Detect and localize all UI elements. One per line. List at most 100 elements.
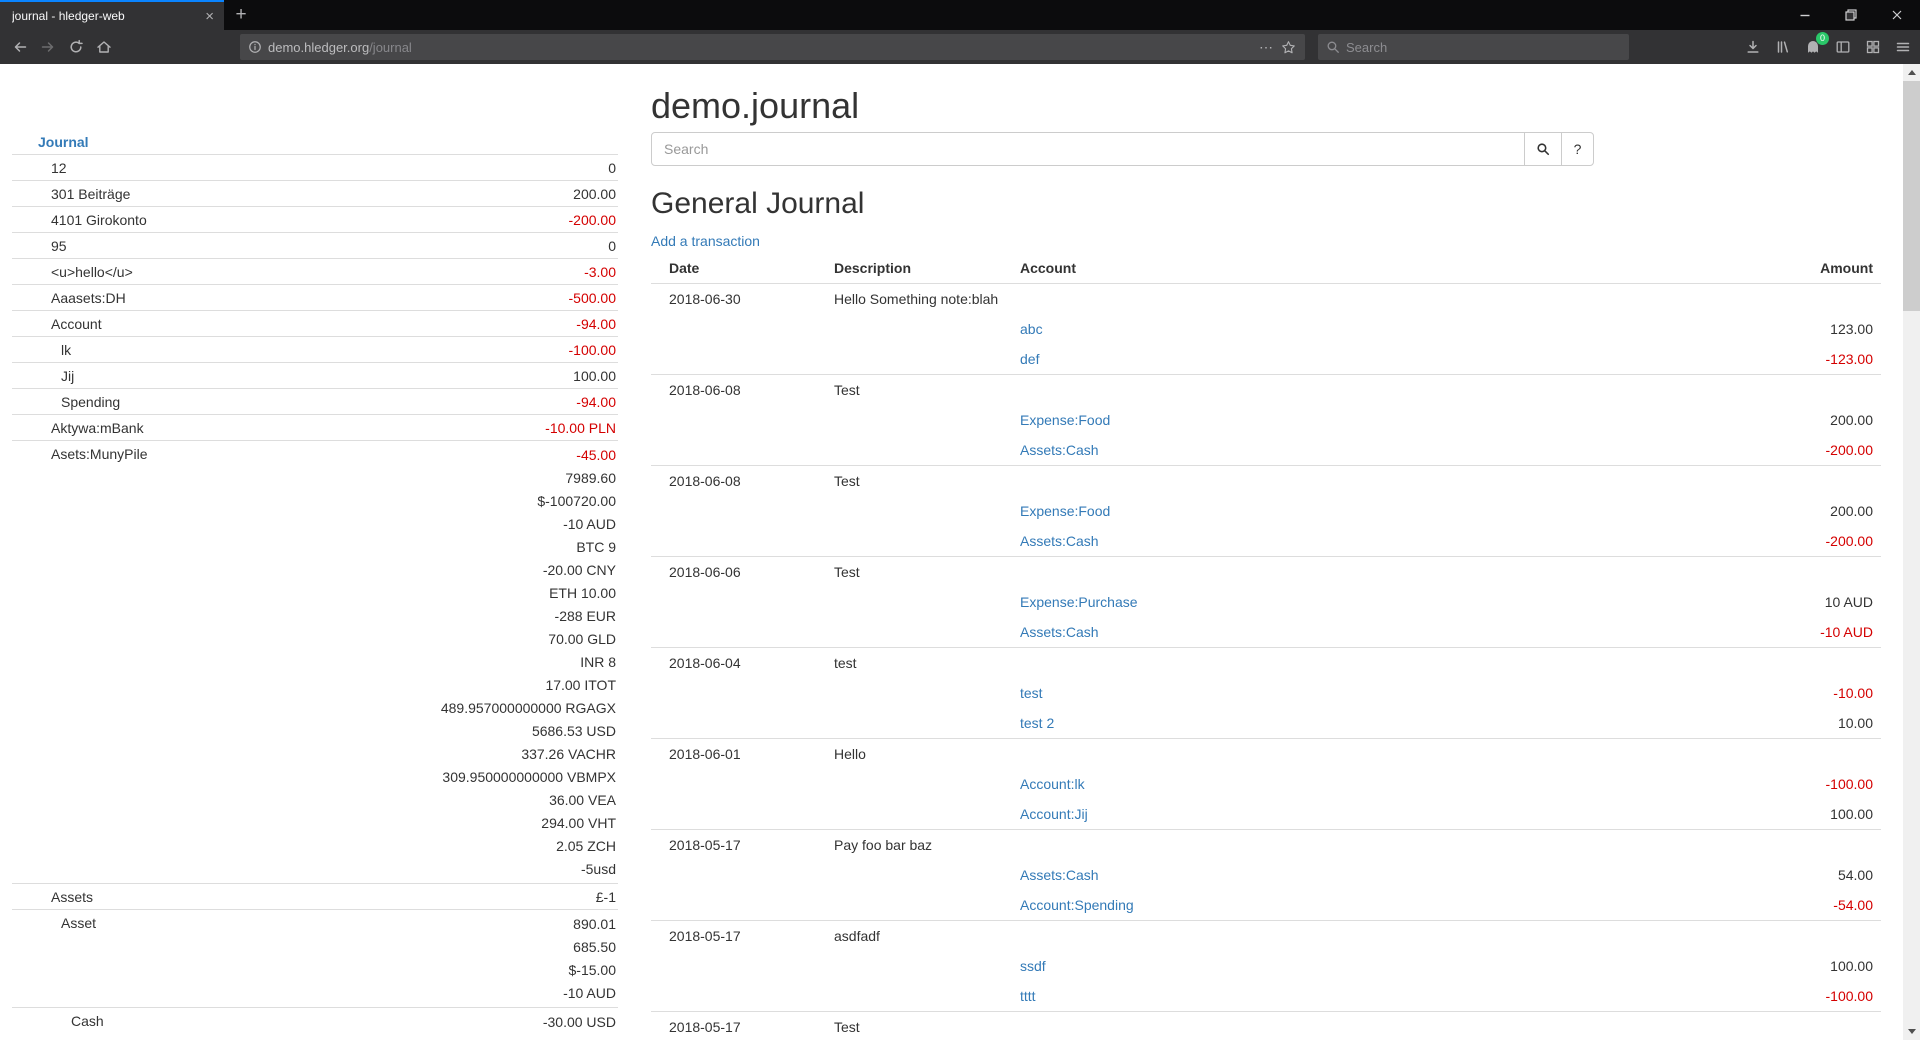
hamburger-icon: [1895, 39, 1911, 55]
sidebar-account-link[interactable]: Spending: [61, 392, 120, 412]
sidebar-account-link[interactable]: <u>hello</u>: [51, 262, 133, 282]
account-balance: -10.00 PLN: [277, 418, 616, 438]
browser-search-bar[interactable]: [1318, 34, 1629, 60]
posting-account-link[interactable]: tttt: [1020, 988, 1036, 1004]
forward-button[interactable]: [34, 33, 62, 61]
posting-row: Expense:Purchase10 AUD: [651, 587, 1881, 617]
posting-account-link[interactable]: ssdf: [1020, 958, 1046, 974]
sidebar-account-link[interactable]: Aktywa:mBank: [51, 418, 144, 438]
transaction-row[interactable]: 2018-06-30Hello Something note:blah: [651, 284, 1881, 315]
account-balance: -94.00: [277, 392, 616, 412]
menu-button[interactable]: [1889, 33, 1917, 61]
page-title: demo.journal: [651, 86, 1881, 126]
posting-account-link[interactable]: Expense:Food: [1020, 503, 1110, 519]
transaction-row[interactable]: 2018-05-17asdfadf: [651, 921, 1881, 952]
posting-account-link[interactable]: Assets:Cash: [1020, 533, 1099, 549]
sidebar-account-link[interactable]: Asets:MunyPile: [51, 444, 147, 464]
account-balance: -45.00: [277, 444, 616, 467]
downloads-button[interactable]: [1739, 33, 1767, 61]
posting-account-link[interactable]: Account:lk: [1020, 776, 1085, 792]
tab-close-icon[interactable]: ×: [205, 9, 214, 24]
sidebar-account-link[interactable]: Cash: [71, 1011, 104, 1031]
back-icon: [12, 39, 28, 55]
scroll-up-button[interactable]: [1903, 64, 1920, 81]
sidebar-account-link[interactable]: Asset: [61, 913, 96, 933]
sidebar-account-link[interactable]: 95: [51, 236, 67, 256]
extension-button[interactable]: 0: [1799, 33, 1827, 61]
url-bar[interactable]: demo.hledger.org/journal ⋯: [240, 34, 1305, 60]
transaction-row[interactable]: 2018-05-17Test: [651, 1012, 1881, 1040]
browser-tab[interactable]: journal - hledger-web ×: [0, 0, 224, 30]
posting-account-link[interactable]: abc: [1020, 321, 1043, 337]
sidebar-account-link[interactable]: 12: [51, 158, 67, 178]
posting-row: Expense:Food200.00: [651, 496, 1881, 526]
transaction-description: Test: [834, 1012, 1651, 1040]
transaction-date: 2018-06-06: [651, 557, 834, 588]
sidebar-row: Aaasets:DH-500.00: [12, 285, 618, 311]
account-balance: 200.00: [277, 184, 616, 204]
posting-account-link[interactable]: Assets:Cash: [1020, 624, 1099, 640]
url-domain: demo.hledger.org: [268, 40, 369, 55]
new-tab-button[interactable]: +: [224, 0, 258, 30]
close-button[interactable]: [1874, 0, 1920, 30]
sidebar-row: 950: [12, 233, 618, 259]
account-balance: 294.00 VHT: [277, 812, 616, 835]
posting-account-link[interactable]: def: [1020, 351, 1039, 367]
triangle-down-icon: [1908, 1029, 1916, 1034]
transaction-row[interactable]: 2018-06-01Hello: [651, 739, 1881, 770]
add-transaction-link[interactable]: Add a transaction: [651, 231, 760, 251]
sidebar-account-link[interactable]: Aaasets:DH: [51, 288, 126, 308]
transaction-row[interactable]: 2018-06-08Test: [651, 466, 1881, 497]
sidebar-toggle-button[interactable]: [1829, 33, 1857, 61]
transaction-row[interactable]: 2018-06-04test: [651, 648, 1881, 679]
transaction-row[interactable]: 2018-06-06Test: [651, 557, 1881, 588]
sidebar-title[interactable]: Journal: [12, 130, 618, 155]
transaction-row[interactable]: 2018-05-17Pay foo bar baz: [651, 830, 1881, 861]
posting-account-link[interactable]: Assets:Cash: [1020, 442, 1099, 458]
home-button[interactable]: [90, 33, 118, 61]
account-balance: 2.05 ZCH: [277, 835, 616, 858]
sidebar-icon: [1835, 39, 1851, 55]
transaction-description: Test: [834, 466, 1651, 497]
posting-amount: 123.00: [1651, 314, 1881, 344]
posting-account-link[interactable]: Account:Spending: [1020, 897, 1134, 913]
posting-account-link[interactable]: Expense:Food: [1020, 412, 1110, 428]
posting-account-link[interactable]: Assets:Cash: [1020, 867, 1099, 883]
page-scrollbar[interactable]: [1903, 64, 1920, 1040]
browser-search-input[interactable]: [1346, 40, 1623, 55]
extension-badge: 0: [1816, 32, 1829, 45]
restore-button[interactable]: [1828, 0, 1874, 30]
sidebar-account-link[interactable]: Assets: [51, 887, 93, 907]
page-actions-icon[interactable]: ⋯: [1255, 39, 1277, 56]
bookmark-star-icon[interactable]: [1277, 40, 1299, 55]
transaction-description: Hello: [834, 739, 1651, 770]
sidebar-account-link[interactable]: Account: [51, 314, 102, 334]
site-info-icon[interactable]: [248, 40, 262, 54]
posting-row: ssdf100.00: [651, 951, 1881, 981]
transaction-description: Test: [834, 557, 1651, 588]
back-button[interactable]: [6, 33, 34, 61]
posting-amount: 100.00: [1651, 799, 1881, 830]
scrollbar-thumb[interactable]: [1903, 81, 1920, 311]
transaction-row[interactable]: 2018-06-08Test: [651, 375, 1881, 406]
reload-button[interactable]: [62, 33, 90, 61]
activity-grid-button[interactable]: [1859, 33, 1887, 61]
sidebar-account-link[interactable]: Jij: [61, 366, 74, 386]
sidebar-account-link[interactable]: 4101 Girokonto: [51, 210, 147, 230]
posting-amount: 200.00: [1651, 405, 1881, 435]
scroll-down-button[interactable]: [1903, 1023, 1920, 1040]
posting-account-link[interactable]: test: [1020, 685, 1043, 701]
library-button[interactable]: [1769, 33, 1797, 61]
posting-account-link[interactable]: test 2: [1020, 715, 1054, 731]
search-help-button[interactable]: ?: [1561, 132, 1594, 166]
journal-search-button[interactable]: [1524, 132, 1562, 166]
posting-account-link[interactable]: Expense:Purchase: [1020, 594, 1138, 610]
sidebar-account-link[interactable]: 301 Beiträge: [51, 184, 130, 204]
sidebar-account-link[interactable]: lk: [61, 340, 71, 360]
posting-row: def-123.00: [651, 344, 1881, 375]
posting-account-link[interactable]: Account:Jij: [1020, 806, 1088, 822]
tab-bar: journal - hledger-web × +: [0, 0, 1920, 30]
minimize-button[interactable]: [1782, 0, 1828, 30]
posting-row: test 210.00: [651, 708, 1881, 739]
journal-search-input[interactable]: [651, 132, 1525, 166]
